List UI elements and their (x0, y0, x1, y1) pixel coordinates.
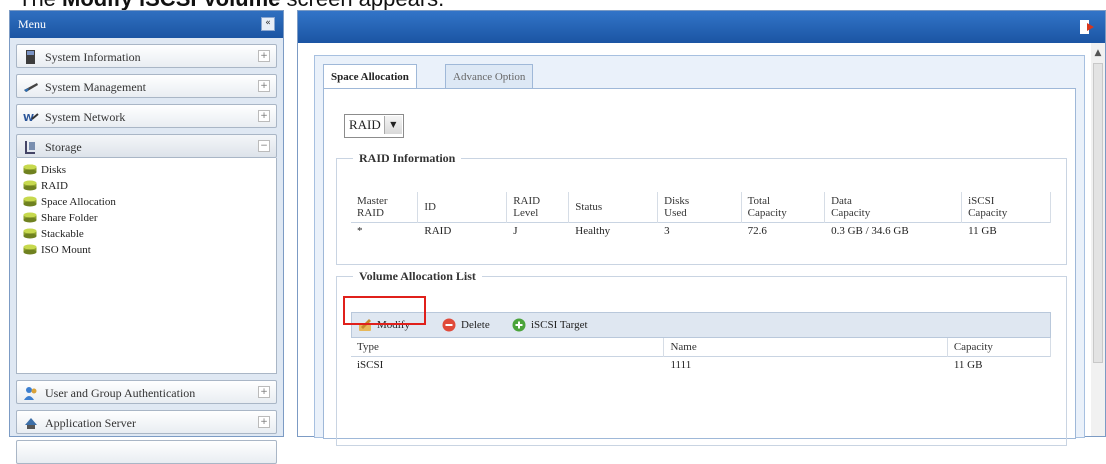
col-data-capacity[interactable]: Data Capacity (824, 192, 963, 223)
add-icon (512, 318, 526, 332)
delete-button[interactable]: Delete (442, 313, 490, 337)
col-name[interactable]: Name (663, 338, 948, 357)
raid-select[interactable]: RAID ▼ (344, 114, 404, 138)
submenu-item-stackable[interactable]: Stackable (17, 226, 276, 242)
disk-icon (23, 196, 37, 207)
col-capacity[interactable]: Capacity (947, 338, 1052, 357)
menu-section-system-management[interactable]: System Management + (16, 74, 277, 98)
modify-highlight-box (343, 296, 426, 325)
table-header-row: Type Name Capacity (351, 338, 1052, 357)
submenu-item-space-allocation[interactable]: Space Allocation (17, 194, 276, 210)
table-row[interactable]: * RAID J Healthy 3 72.6 0.3 GB / 34.6 GB… (351, 223, 1051, 240)
table-row[interactable]: iSCSI 1111 11 GB (351, 357, 1051, 374)
raid-information-group: RAID Information Master RAID ID RAID Level… (336, 151, 1067, 265)
col-status[interactable]: Status (568, 192, 659, 223)
collapse-menu-button[interactable]: « (261, 17, 275, 31)
tab-container: Space Allocation Advance Option RAID ▼ R… (314, 55, 1085, 446)
disk-icon (23, 212, 37, 223)
col-disks-used[interactable]: Disks Used (657, 192, 742, 223)
disk-icon (23, 180, 37, 191)
expand-icon[interactable]: + (258, 416, 270, 428)
disk-icon (23, 164, 37, 175)
volume-allocation-legend: Volume Allocation List (359, 269, 476, 283)
storage-icon (25, 141, 35, 154)
volume-allocation-group: Volume Allocation List Modify Delete iSC… (336, 269, 1067, 446)
tab-advance-option[interactable]: Advance Option (445, 64, 534, 88)
submenu-item-raid[interactable]: RAID (17, 178, 276, 194)
submenu-item-disks[interactable]: Disks (17, 162, 276, 178)
scroll-up-icon[interactable]: ▲ (1092, 47, 1104, 59)
col-type[interactable]: Type (351, 338, 665, 357)
disk-icon (23, 244, 37, 255)
network-icon: W (23, 113, 39, 124)
expand-icon[interactable]: + (258, 386, 270, 398)
delete-icon (442, 318, 456, 332)
caption: The Modify iSCSI Volume screen appears. (0, 0, 1106, 10)
iscsi-target-button[interactable]: iSCSI Target (512, 313, 588, 337)
logout-icon[interactable] (1077, 17, 1097, 37)
volume-toolbar: Modify Delete iSCSI Target (351, 312, 1051, 338)
raid-information-legend: RAID Information (359, 151, 456, 165)
menu-section-partial[interactable] (16, 440, 277, 464)
expand-icon[interactable]: + (258, 110, 270, 122)
panel-header (298, 11, 1105, 43)
col-id[interactable]: ID (417, 192, 508, 223)
expand-icon[interactable]: + (258, 50, 270, 62)
chevron-down-icon[interactable]: ▼ (383, 116, 402, 134)
submenu-item-iso-mount[interactable]: ISO Mount (17, 242, 276, 258)
main-panel: Space Allocation Advance Option RAID ▼ R… (297, 10, 1106, 446)
raid-information-table: Master RAID ID RAID Level Status Disks Used… (351, 192, 1051, 239)
tab-content: RAID ▼ RAID Information Master RAID ID RA… (323, 88, 1076, 446)
submenu-item-share-folder[interactable]: Share Folder (17, 210, 276, 226)
menu-section-user-group-authentication[interactable]: User and Group Authentication + (16, 380, 277, 404)
menu-header: Menu « (10, 11, 283, 38)
menu-title: Menu (18, 17, 46, 31)
expand-icon[interactable]: + (258, 80, 270, 92)
menu-section-storage[interactable]: Storage − (16, 134, 277, 158)
col-iscsi-capacity[interactable]: iSCSI Capacity (961, 192, 1051, 223)
menu-section-system-information[interactable]: System Information + (16, 44, 277, 68)
menu-section-system-network[interactable]: W System Network + (16, 104, 277, 128)
col-raid-level[interactable]: RAID Level (506, 192, 570, 223)
storage-submenu: Disks RAID Space Allocation Share Folder… (16, 158, 277, 374)
tab-space-allocation[interactable]: Space Allocation (323, 64, 417, 89)
col-total-capacity[interactable]: Total Capacity (741, 192, 826, 223)
collapse-icon[interactable]: − (258, 140, 270, 152)
scrollbar-thumb[interactable] (1093, 63, 1103, 363)
users-icon (24, 387, 37, 400)
server-icon (25, 418, 37, 429)
menu-section-application-server[interactable]: Application Server + (16, 410, 277, 434)
monitor-icon (26, 50, 35, 64)
col-master-raid[interactable]: Master RAID (351, 192, 419, 223)
side-menu: Menu « System Information + System Manag… (9, 10, 284, 464)
disk-icon (23, 228, 37, 239)
volume-allocation-table: Type Name Capacity iSCSI 1111 11 GB (351, 338, 1052, 374)
tools-icon (24, 83, 38, 92)
table-header-row: Master RAID ID RAID Level Status Disks Used… (351, 192, 1051, 223)
